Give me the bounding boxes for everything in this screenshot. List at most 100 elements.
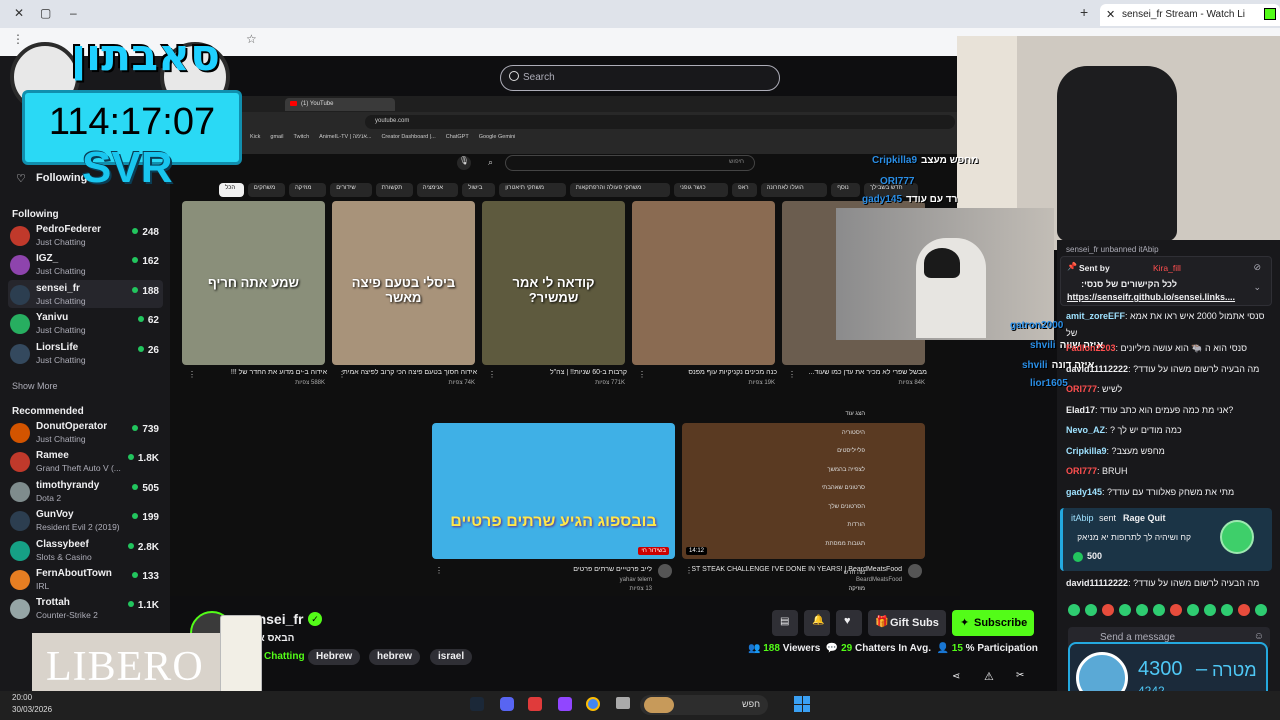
emote-icon[interactable] [1153, 604, 1165, 616]
yt-video-thumbnail[interactable]: ביסלי בטעם פיצה מאשר [332, 201, 475, 365]
emote-icon[interactable] [1119, 604, 1131, 616]
yt-filter-chip[interactable]: בישול [462, 183, 496, 197]
browser-tab-active[interactable]: ✕ sensei_fr Stream - Watch Li [1100, 4, 1280, 26]
clip-icon[interactable]: ✂ [1016, 670, 1024, 681]
chat-username[interactable]: Elad17 [1066, 405, 1095, 415]
yt-mic-icon[interactable]: 🎙 [457, 156, 471, 170]
sidebar-channel[interactable]: Classybeef Slots & Casino 2.8K [8, 536, 163, 564]
file-explorer-icon[interactable] [616, 697, 630, 709]
yt-side-menu-item[interactable]: מוזיקה [848, 586, 865, 592]
chat-username[interactable]: Cripkilla9 [1066, 446, 1107, 456]
sidebar-channel[interactable]: sensei_fr Just Chatting 188 [8, 279, 163, 308]
yt-video-title[interactable]: כנה מכינים נקניקיות עוף מפנס [642, 369, 777, 376]
yt-filter-chip[interactable]: מוזיקה [289, 183, 327, 197]
yt-video-thumbnail[interactable]: קודאה לי אמר שמשיר? [482, 201, 625, 365]
more-options-icon[interactable]: ⋮ [788, 370, 796, 379]
yt-filter-chip[interactable]: כושר גופני [674, 183, 728, 197]
share-icon[interactable]: ⋖ [952, 671, 960, 682]
emote-icon[interactable] [1102, 604, 1114, 616]
yt-side-menu-item[interactable]: פלייליסטים [837, 448, 865, 454]
yt-filter-chip[interactable]: משחקי תיאטרון [499, 183, 566, 197]
stream-tag[interactable]: Hebrew [308, 649, 361, 665]
yt-side-menu-item[interactable]: סרטונים שאהבתי [822, 485, 865, 491]
yt-search-icon[interactable]: ⌕ [488, 157, 493, 168]
yt-filter-chip[interactable]: אנימציה [416, 183, 459, 197]
yt-bookmark[interactable]: Kick [250, 134, 260, 140]
yt-filter-chip[interactable]: משחקים [247, 183, 285, 197]
yt-video-thumbnail[interactable] [632, 201, 775, 365]
search-input[interactable]: Search [500, 65, 780, 91]
yt-video-thumbnail[interactable]: בובספוג הגיע שרתים פרטיים בשידור חי [432, 423, 675, 559]
yt-filter-chip[interactable]: שידורים [330, 183, 372, 197]
discord-icon[interactable] [500, 697, 514, 711]
yt-video-title[interactable]: קרבות ב-60 שניות!! | צה"ל [492, 369, 627, 376]
sidebar-channel[interactable]: Yanivu Just Chatting 62 [8, 309, 163, 337]
chat-username[interactable]: ORI777 [1066, 384, 1097, 394]
emote-icon[interactable] [1085, 604, 1097, 616]
yt-bookmark[interactable]: Google Gemini [479, 134, 516, 140]
unpin-icon[interactable]: ⊘ [1253, 262, 1261, 273]
yt-search-input[interactable]: חיפוש [505, 155, 755, 171]
yt-channel-name[interactable]: yahav telem [442, 577, 652, 583]
emoji-icon[interactable]: ☺ [1254, 631, 1264, 642]
chat-username[interactable]: Fadlon2203 [1066, 343, 1116, 353]
yt-channel-name[interactable]: BeardMeatsFood [692, 577, 902, 583]
yt-video-title[interactable]: מבשל שפרי לא מכיר את עדן כמו שעוד... [792, 369, 927, 376]
notifications-button[interactable]: 🔔 [804, 610, 830, 636]
windows-start-icon[interactable] [794, 696, 810, 712]
emote-icon[interactable] [1136, 604, 1148, 616]
yt-side-menu-item[interactable]: הסרטונים שלך [828, 504, 865, 510]
bookmark-star-icon[interactable]: ☆ [246, 32, 257, 46]
gift-subs-button[interactable]: 🎁 Gift Subs [868, 610, 946, 636]
sidebar-channel[interactable]: timothyrandy Dota 2 505 [8, 477, 163, 505]
stream-tag[interactable]: israel [430, 649, 473, 665]
menu-dots-icon[interactable]: ⋮ [12, 32, 24, 46]
emote-icon[interactable] [1221, 604, 1233, 616]
yt-url-field[interactable]: youtube.com [365, 115, 955, 129]
more-options-icon[interactable]: ⋮ [685, 566, 693, 575]
following-header[interactable]: Following [36, 172, 87, 184]
emote-icon[interactable] [1170, 604, 1182, 616]
chat-username[interactable]: amit_zoreEFF [1066, 311, 1125, 321]
yt-filter-chip[interactable]: תקשורת [375, 183, 413, 197]
yt-bookmark[interactable]: Twitch [294, 134, 310, 140]
stream-tag[interactable]: hebrew [369, 649, 421, 665]
app-icon[interactable] [528, 697, 542, 711]
yt-side-menu-item[interactable]: הצג עוד [845, 411, 865, 417]
yt-channel-avatar[interactable] [908, 564, 922, 578]
stream-category[interactable]: Chatting [264, 651, 305, 662]
yt-video-title[interactable]: אידוה ב-ים מדוע את החדר של !!! [192, 369, 327, 376]
sidebar-channel[interactable]: FernAboutTown IRL 133 [8, 565, 163, 593]
yt-filter-chip[interactable]: נוסף [831, 183, 860, 197]
yt-video-title[interactable]: לייב פרטייים שרתים פרטים [442, 566, 652, 573]
emote-icon[interactable] [1068, 604, 1080, 616]
sidebar-channel[interactable]: LiorsLife Just Chatting 26 [8, 339, 163, 367]
subscribe-button[interactable]: ✦ Subscribe [952, 610, 1034, 636]
emote-icon[interactable] [1255, 604, 1267, 616]
new-tab-icon[interactable]: + [1080, 4, 1088, 20]
chrome-icon[interactable] [586, 697, 600, 711]
show-more-link[interactable]: Show More [12, 381, 58, 391]
window-minimize-icon[interactable]: – [70, 6, 77, 20]
yt-filter-chip[interactable]: ראפ [732, 183, 757, 197]
chat-username[interactable]: ORI777 [1066, 466, 1097, 476]
yt-side-menu-item[interactable]: מה חדש [844, 570, 865, 576]
theatre-mode-button[interactable]: ▤ [772, 610, 798, 636]
steam-icon[interactable] [470, 697, 484, 711]
yt-video-thumbnail[interactable]: 14:12 [682, 423, 925, 559]
sidebar-channel[interactable]: GunVoy Resident Evil 2 (2019) 199 [8, 506, 163, 534]
pinned-link[interactable]: https://senseifr.github.io/sensei.links.… [1067, 292, 1235, 302]
yt-video-thumbnail[interactable]: שמע אתה חריף [182, 201, 325, 365]
sidebar-channel[interactable]: PedroFederer Just Chatting 248 [8, 221, 163, 249]
stream-video[interactable]: (1) YouTube youtube.com Kick gmail Twitch A… [170, 96, 960, 596]
yt-bookmark[interactable]: Creator Dashboard |... [381, 134, 435, 140]
yt-side-menu-item[interactable]: היסטוריה [842, 430, 865, 436]
more-options-icon[interactable]: ⋮ [338, 370, 346, 379]
yt-side-menu-item[interactable]: לצפייה בהמשך [827, 467, 865, 473]
taskbar-search[interactable]: חפש [640, 695, 768, 715]
yt-bookmark[interactable]: ChatGPT [446, 134, 469, 140]
report-icon[interactable]: ⚠ [984, 670, 994, 683]
emote-icon[interactable] [1187, 604, 1199, 616]
chevron-down-icon[interactable]: ⌄ [1253, 282, 1261, 293]
chat-username[interactable]: gady145 [1066, 487, 1102, 497]
